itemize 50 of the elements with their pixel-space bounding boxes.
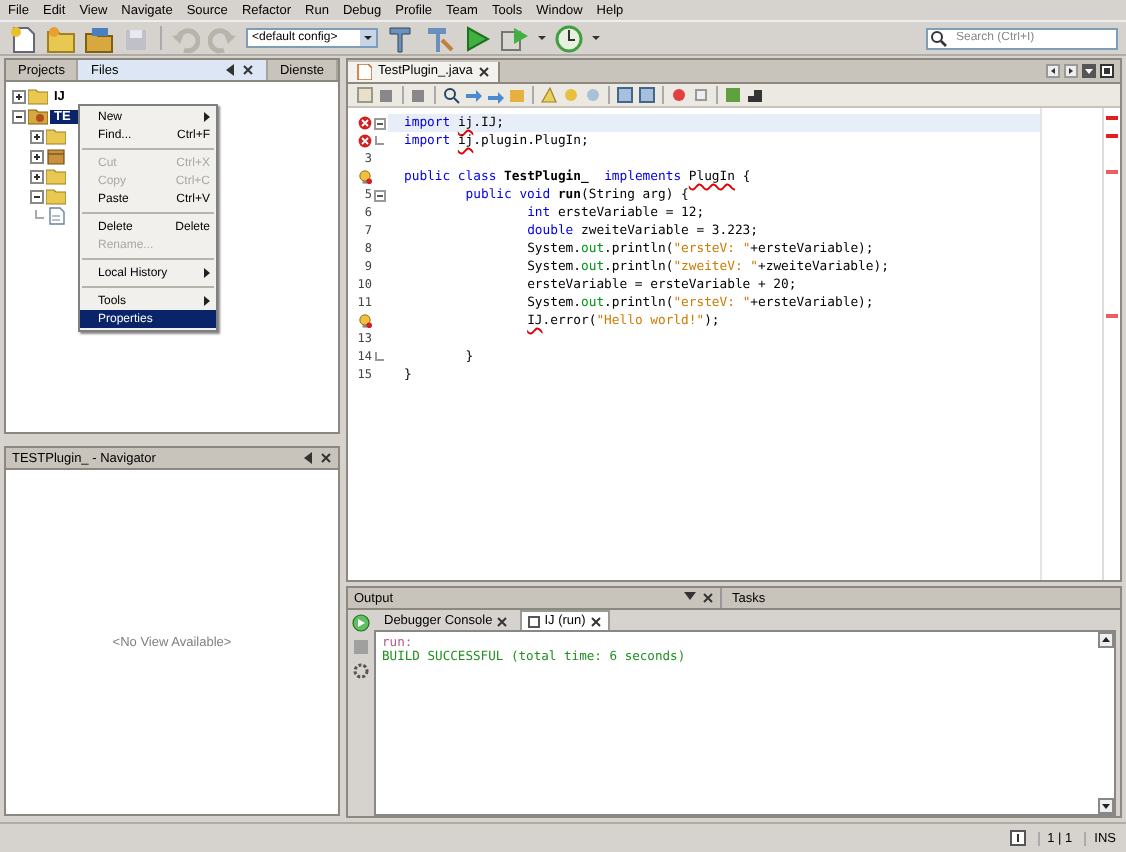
- collapse-icon[interactable]: [374, 189, 386, 201]
- collapse-icon[interactable]: [374, 117, 386, 129]
- dropdown-arrow-icon[interactable]: [538, 35, 546, 41]
- hammer-icon[interactable]: [386, 23, 416, 53]
- new-file-icon[interactable]: [8, 23, 38, 53]
- minimize-icon[interactable]: [684, 592, 696, 604]
- error-stripe-mark: [1106, 170, 1118, 174]
- open-project-icon[interactable]: [84, 23, 114, 53]
- rerun-icon[interactable]: [352, 614, 370, 632]
- minimize-icon[interactable]: [302, 452, 314, 464]
- close-icon[interactable]: [496, 615, 509, 627]
- error-stripe-mark: [1106, 134, 1118, 138]
- close-icon[interactable]: [478, 65, 491, 77]
- scroll-right-icon[interactable]: [1064, 64, 1078, 78]
- lightbulb-icon[interactable]: [358, 170, 372, 184]
- error-icon[interactable]: [358, 134, 372, 148]
- error-stripe-mark: [1106, 116, 1118, 120]
- find-next-icon[interactable]: [486, 86, 504, 104]
- expand-icon[interactable]: [12, 89, 26, 103]
- collapse-icon[interactable]: [12, 109, 26, 123]
- dropdown-icon[interactable]: [1082, 64, 1096, 78]
- dropdown-arrow-icon[interactable]: [592, 35, 600, 41]
- close-icon[interactable]: [241, 64, 254, 76]
- error-icon[interactable]: [358, 116, 372, 130]
- package-icon: [46, 146, 66, 166]
- close-icon[interactable]: [320, 452, 332, 464]
- expand-icon[interactable]: [30, 129, 44, 143]
- maximize-icon[interactable]: [1100, 64, 1114, 78]
- record-macro-icon[interactable]: [670, 86, 688, 104]
- scroll-up-icon[interactable]: [1098, 632, 1114, 648]
- expand-icon[interactable]: [30, 149, 44, 163]
- run-icon[interactable]: [462, 23, 492, 53]
- scroll-left-icon[interactable]: [1046, 64, 1060, 78]
- dropdown-arrow-icon: [360, 30, 376, 46]
- profile-icon[interactable]: [554, 23, 584, 53]
- close-icon[interactable]: [589, 615, 602, 627]
- file-icon: [46, 206, 66, 226]
- project-icon: [28, 106, 48, 126]
- new-project-icon[interactable]: [46, 23, 76, 53]
- search-icon: [930, 29, 948, 47]
- scroll-down-icon[interactable]: [1098, 798, 1114, 814]
- search-icon[interactable]: [442, 86, 460, 104]
- tree-line-icon: [30, 209, 44, 223]
- collapse-icon[interactable]: [30, 189, 44, 203]
- java-file-icon: [356, 63, 372, 79]
- minimize-icon[interactable]: [223, 64, 236, 76]
- close-icon[interactable]: [702, 592, 714, 604]
- error-stripe-mark: [1106, 314, 1118, 318]
- lightbulb-icon[interactable]: [358, 314, 372, 328]
- expand-icon[interactable]: [30, 169, 44, 183]
